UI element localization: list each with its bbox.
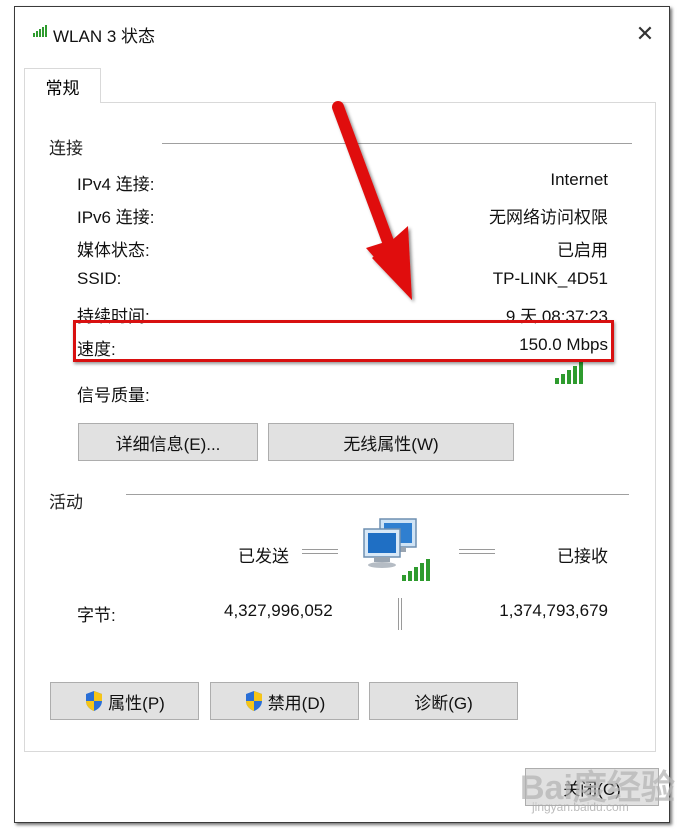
wifi-signal-icon — [33, 25, 47, 37]
media-state-value: 已启用 — [557, 241, 608, 260]
details-button[interactable]: 详细信息(E)... — [78, 423, 258, 461]
properties-button[interactable]: 属性(P) — [50, 682, 199, 720]
connection-group-divider — [162, 143, 632, 144]
bytes-sent-value: 4,327,996,052 — [224, 601, 333, 620]
ssid-value: TP-LINK_4D51 — [492, 269, 608, 288]
sent-label: 已发送 — [238, 547, 289, 566]
received-divider — [459, 549, 495, 554]
ipv6-value: 无网络访问权限 — [489, 208, 608, 227]
activity-group-divider — [126, 494, 629, 495]
sent-divider — [302, 549, 338, 554]
ipv4-label: IPv4 连接: — [77, 175, 155, 194]
bytes-received-value: 1,374,793,679 — [499, 601, 608, 620]
baidu-watermark-url: jingyan.baidu.com — [532, 800, 629, 814]
tab-general[interactable]: 常规 — [24, 68, 101, 103]
signal-strength-icon — [555, 362, 583, 384]
received-label: 已接收 — [557, 547, 608, 566]
speed-highlight-box — [73, 320, 614, 362]
disable-button-label: 禁用(D) — [267, 693, 326, 713]
network-computers-icon — [363, 518, 430, 581]
diagnose-button[interactable]: 诊断(G) — [369, 682, 518, 720]
media-state-label: 媒体状态: — [77, 241, 150, 260]
bytes-label: 字节: — [77, 606, 116, 625]
ssid-label: SSID: — [77, 269, 122, 288]
properties-button-label: 属性(P) — [108, 693, 165, 713]
ipv4-value: Internet — [550, 170, 608, 189]
bytes-separator — [398, 598, 402, 630]
connection-group-label: 连接 — [49, 139, 83, 158]
signal-quality-label: 信号质量: — [77, 386, 150, 405]
ipv6-label: IPv6 连接: — [77, 208, 155, 227]
close-icon[interactable]: ✕ — [630, 20, 660, 48]
shield-icon — [86, 691, 103, 711]
disable-button[interactable]: 禁用(D) — [210, 682, 359, 720]
window-title: WLAN 3 状态 — [53, 27, 156, 46]
activity-group-label: 活动 — [49, 493, 83, 512]
shield-icon — [245, 691, 262, 711]
wireless-properties-button[interactable]: 无线属性(W) — [268, 423, 514, 461]
